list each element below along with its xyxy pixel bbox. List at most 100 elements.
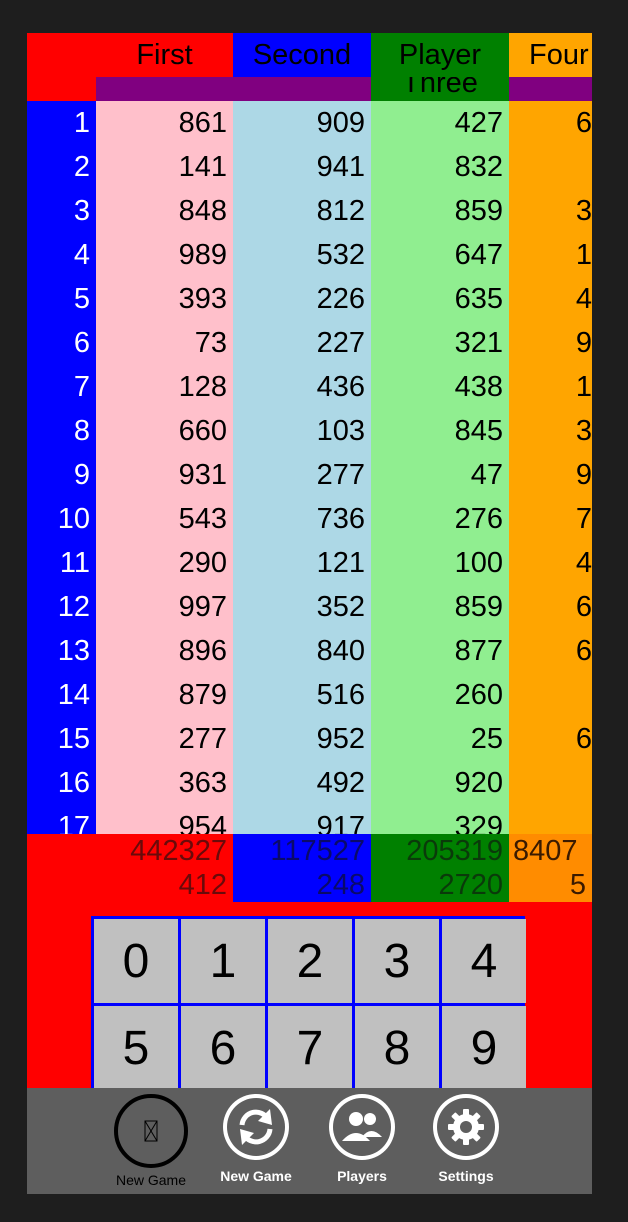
score-cell[interactable]: 660 [96,409,233,453]
score-cell[interactable]: 290 [96,541,233,585]
new-game-hourglass-button[interactable]: New Game [101,1094,201,1188]
score-cell[interactable]: 6 [509,101,592,145]
header-player-2[interactable]: Second [233,33,371,77]
score-cell[interactable]: 909 [233,101,371,145]
score-grid[interactable]: 1 2 3 4 5 6 7 8 9 10 11 12 13 14 15 16 17 861 141 848 989 39… [27,101,592,834]
score-cell[interactable]: 25 [371,717,509,761]
header-player-1[interactable]: First [96,33,233,77]
score-cell[interactable]: 260 [371,673,509,717]
score-cell[interactable]: 141 [96,145,233,189]
score-cell[interactable]: 543 [96,497,233,541]
score-cell[interactable]: 3 [509,189,592,233]
score-cell[interactable]: 7 [509,497,592,541]
score-cell[interactable]: 321 [371,321,509,365]
player-4-total: 8407 5 [509,834,592,902]
score-cell[interactable]: 736 [233,497,371,541]
score-cell[interactable]: 931 [96,453,233,497]
score-cell[interactable]: 516 [233,673,371,717]
score-cell[interactable]: 848 [96,189,233,233]
header-player-4[interactable]: Four [509,33,592,77]
keypad-key-4[interactable]: 4 [442,919,526,1003]
score-cell[interactable]: 6 [509,585,592,629]
score-cell[interactable]: 352 [233,585,371,629]
score-cell[interactable]: 4 [509,541,592,585]
score-cell[interactable]: 103 [233,409,371,453]
players-button[interactable]: Players [312,1094,412,1184]
new-game-button[interactable]: New Game [206,1094,306,1184]
score-cell[interactable]: 647 [371,233,509,277]
score-cell[interactable]: 859 [371,189,509,233]
refresh-icon [223,1094,289,1160]
player-2-total: 117527 248 [233,834,371,902]
score-cell[interactable]: 393 [96,277,233,321]
player-1-name: First [136,39,193,71]
score-cell[interactable]: 47 [371,453,509,497]
keypad-key-2[interactable]: 2 [268,919,352,1003]
keypad-key-9[interactable]: 9 [442,1006,526,1090]
score-cell[interactable]: 917 [233,805,371,834]
score-cell[interactable]: 997 [96,585,233,629]
round-number-column: 1 2 3 4 5 6 7 8 9 10 11 12 13 14 15 16 17 [27,101,96,834]
header-player-3[interactable]: Player [371,33,509,77]
score-cell[interactable]: 832 [371,145,509,189]
score-cell[interactable]: 277 [96,717,233,761]
player-1-total-sub: 412 [178,869,227,901]
score-cell[interactable]: 989 [96,233,233,277]
keypad-key-7[interactable]: 7 [268,1006,352,1090]
round-number: 9 [73,459,90,491]
keypad-key-1[interactable]: 1 [181,919,265,1003]
player-2-column: 909 941 812 532 226 227 436 103 277 736 121 352 840 5… [233,101,371,834]
score-cell[interactable] [509,805,592,834]
score-cell[interactable]: 277 [233,453,371,497]
score-cell[interactable]: 941 [233,145,371,189]
score-cell[interactable]: 492 [233,761,371,805]
score-cell[interactable]: 226 [233,277,371,321]
score-cell[interactable]: 845 [371,409,509,453]
keypad-key-3[interactable]: 3 [355,919,439,1003]
player-4-total-sub: 5 [569,869,586,901]
round-number: 16 [57,767,90,799]
score-cell[interactable]: 329 [371,805,509,834]
score-cell[interactable] [509,145,592,189]
score-cell[interactable]: 227 [233,321,371,365]
keypad-key-0[interactable]: 0 [94,919,178,1003]
score-cell[interactable]: 9 [509,321,592,365]
score-cell[interactable]: 635 [371,277,509,321]
score-cell[interactable]: 276 [371,497,509,541]
score-cell[interactable]: 861 [96,101,233,145]
score-cell[interactable]: 100 [371,541,509,585]
settings-button[interactable]: Settings [416,1094,516,1184]
score-cell[interactable]: 920 [371,761,509,805]
score-cell[interactable]: 6 [509,717,592,761]
score-cell[interactable]: 952 [233,717,371,761]
player-2-total-value: 117527 [270,835,365,867]
score-cell[interactable]: 3 [509,409,592,453]
score-cell[interactable]: 4 [509,277,592,321]
score-cell[interactable]: 9 [509,453,592,497]
score-cell[interactable]: 128 [96,365,233,409]
score-cell[interactable]: 436 [233,365,371,409]
score-cell[interactable]: 363 [96,761,233,805]
round-number: 8 [73,415,90,447]
score-cell[interactable]: 1 [509,365,592,409]
keypad-key-8[interactable]: 8 [355,1006,439,1090]
score-cell[interactable]: 6 [509,629,592,673]
keypad-key-5[interactable]: 5 [94,1006,178,1090]
keypad-key-6[interactable]: 6 [181,1006,265,1090]
header-corner-2 [27,77,96,101]
score-cell[interactable]: 1 [509,233,592,277]
score-cell[interactable]: 438 [371,365,509,409]
score-cell[interactable]: 121 [233,541,371,585]
score-cell[interactable]: 954 [96,805,233,834]
score-cell[interactable] [509,673,592,717]
score-cell[interactable]: 812 [233,189,371,233]
score-cell[interactable]: 427 [371,101,509,145]
score-cell[interactable]: 877 [371,629,509,673]
score-cell[interactable]: 859 [371,585,509,629]
score-cell[interactable]: 532 [233,233,371,277]
score-cell[interactable]: 840 [233,629,371,673]
score-cell[interactable]: 879 [96,673,233,717]
score-cell[interactable]: 73 [96,321,233,365]
score-cell[interactable]: 896 [96,629,233,673]
score-cell[interactable] [509,761,592,805]
